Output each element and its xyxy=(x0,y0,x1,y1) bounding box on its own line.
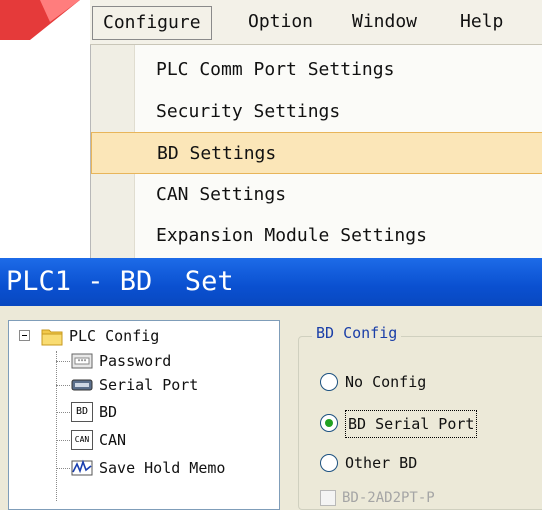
radio-label: BD Serial Port xyxy=(345,410,478,438)
tree-node-label: BD xyxy=(99,403,118,421)
tree-node-label: Save Hold Memo xyxy=(99,459,226,477)
menu-option-label: Option xyxy=(248,11,314,32)
window-body: PLC Config *** Password Serial Port BD B… xyxy=(0,306,542,510)
tree-node-label: Serial Port xyxy=(99,376,199,394)
password-icon: *** xyxy=(71,353,93,369)
menu-item-label: CAN Settings xyxy=(156,184,287,205)
menu-item-can-settings[interactable]: CAN Settings xyxy=(91,174,542,216)
folder-icon xyxy=(41,329,63,346)
radio-button-unchecked[interactable] xyxy=(320,373,338,391)
window-title-bar[interactable]: PLC1 - BD Set xyxy=(0,258,542,306)
svg-text:***: *** xyxy=(77,359,86,365)
menu-item-label: BD Settings xyxy=(157,143,277,164)
menu-item-plc-comm-port-settings[interactable]: PLC Comm Port Settings xyxy=(91,49,542,91)
decorative-corner-graphic xyxy=(0,0,80,40)
menu-help-label: Help xyxy=(460,11,504,32)
menu-item-bd-settings[interactable]: BD Settings xyxy=(91,132,542,174)
checkbox-label: BD-2AD2PT-P xyxy=(342,490,435,506)
radio-label: Other BD xyxy=(345,454,418,472)
menu-configure-label: Configure xyxy=(103,12,201,33)
can-icon-text: CAN xyxy=(74,435,90,444)
menu-window-label: Window xyxy=(352,11,418,32)
menu-configure[interactable]: Configure xyxy=(92,6,212,40)
menu-option[interactable]: Option xyxy=(238,6,323,40)
config-tree-view[interactable]: PLC Config *** Password Serial Port BD B… xyxy=(8,320,280,510)
menu-item-label: PLC Comm Port Settings xyxy=(156,59,395,80)
bd-icon: BD xyxy=(71,402,93,422)
menu-window[interactable]: Window xyxy=(342,6,427,40)
tree-node-label: CAN xyxy=(99,431,127,449)
menu-help[interactable]: Help xyxy=(450,6,513,40)
tree-connector-line xyxy=(56,412,70,413)
radio-label: No Config xyxy=(345,373,427,391)
menu-item-label: Expansion Module Settings xyxy=(156,225,427,246)
menu-bar: Configure Option Window Help xyxy=(90,0,542,45)
menu-item-expansion-module-settings[interactable]: Expansion Module Settings xyxy=(91,215,542,257)
menu-item-security-settings[interactable]: Security Settings xyxy=(91,91,542,133)
tree-connector-line xyxy=(56,468,70,469)
can-icon: CAN xyxy=(71,430,93,450)
tree-connector-line xyxy=(56,351,57,501)
bd-icon-text: BD xyxy=(75,406,89,417)
serial-port-icon xyxy=(71,379,93,391)
configure-dropdown-menu: PLC Comm Port Settings Security Settings… xyxy=(90,45,542,258)
window-title: PLC1 - BD Set xyxy=(6,266,234,297)
tree-node-label: PLC Config xyxy=(69,327,160,345)
radio-button-checked[interactable] xyxy=(320,414,338,432)
menu-item-label: Security Settings xyxy=(156,101,341,122)
bd-config-legend: BD Config xyxy=(312,324,402,342)
tree-connector-line xyxy=(56,361,70,362)
radio-button-unchecked[interactable] xyxy=(320,454,338,472)
tree-node-label: Password xyxy=(99,352,172,370)
tree-connector-line xyxy=(56,440,70,441)
checkbox-disabled[interactable] xyxy=(320,490,336,506)
tree-expander-minus-icon[interactable] xyxy=(19,330,30,341)
tree-connector-line xyxy=(56,385,70,386)
save-hold-memory-icon xyxy=(71,459,93,476)
